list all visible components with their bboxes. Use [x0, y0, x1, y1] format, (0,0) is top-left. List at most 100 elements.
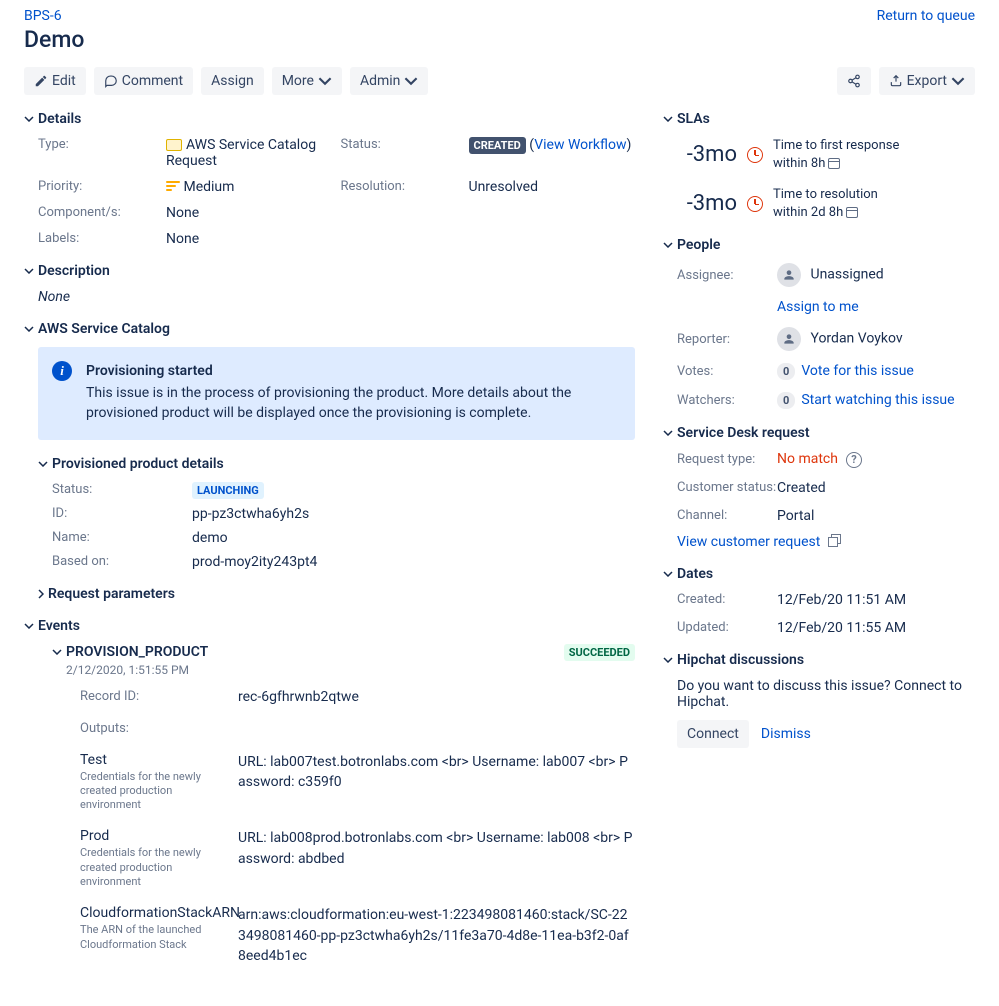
updated-label: Updated:	[677, 620, 777, 635]
assign-button[interactable]: Assign	[201, 67, 264, 95]
comment-icon	[104, 74, 118, 88]
request-params-header[interactable]: Request parameters	[24, 586, 635, 602]
more-button[interactable]: More	[272, 67, 342, 95]
channel-label: Channel:	[677, 508, 777, 523]
edit-label: Edit	[52, 73, 76, 89]
created-value: 12/Feb/20 11:51 AM	[777, 592, 975, 608]
clock-icon	[747, 196, 763, 212]
watch-link[interactable]: Start watching this issue	[801, 392, 954, 408]
customer-status-label: Customer status:	[677, 480, 777, 495]
export-label: Export	[907, 73, 947, 89]
components-label: Component/s:	[38, 205, 158, 221]
slas-header[interactable]: SLAs	[663, 111, 975, 127]
channel-value: Portal	[777, 508, 975, 524]
more-label: More	[282, 73, 314, 89]
hipchat-body: Do you want to discuss this issue? Conne…	[677, 678, 975, 710]
updated-value: 12/Feb/20 11:55 AM	[777, 620, 975, 636]
dismiss-link[interactable]: Dismiss	[761, 726, 811, 742]
chevron-down-icon	[24, 324, 34, 334]
details-header[interactable]: Details	[24, 111, 635, 127]
vote-link[interactable]: Vote for this issue	[801, 363, 914, 379]
view-workflow-link[interactable]: View Workflow	[534, 137, 626, 153]
admin-button[interactable]: Admin	[350, 67, 428, 95]
components-value: None	[166, 205, 333, 221]
calendar-icon	[846, 207, 858, 218]
chevron-down-icon	[951, 74, 965, 88]
pp-name-label: Name:	[52, 530, 192, 546]
status-badge: CREATED	[469, 137, 526, 154]
customer-status-value: Created	[777, 480, 975, 496]
chevron-down-icon	[52, 649, 62, 655]
avatar-icon	[777, 263, 801, 287]
type-value: AWS Service Catalog Request	[166, 137, 333, 169]
admin-label: Admin	[360, 73, 400, 89]
chevron-down-icon	[663, 655, 673, 665]
resolution-label: Resolution:	[341, 179, 461, 195]
return-to-queue-link[interactable]: Return to queue	[877, 8, 975, 24]
labels-label: Labels:	[38, 231, 158, 247]
info-title: Provisioning started	[86, 363, 619, 379]
event-toggle[interactable]: PROVISION_PRODUCT	[52, 644, 208, 660]
record-id-value: rec-6gfhrwnb2qtwe	[238, 689, 635, 705]
dates-header[interactable]: Dates	[663, 566, 975, 582]
request-type-icon	[166, 139, 182, 151]
status-badge: SUCCEEDED	[564, 644, 635, 661]
info-panel: Provisioning started This issue is in th…	[38, 347, 635, 440]
chevron-down-icon	[24, 114, 34, 124]
reporter-value: Yordan Voykov	[777, 327, 975, 351]
request-type-value: No match?	[777, 451, 975, 468]
pencil-icon	[34, 74, 48, 88]
pp-status-value: LAUNCHING	[192, 482, 635, 498]
record-id-label: Record ID:	[80, 689, 230, 705]
view-customer-request-link[interactable]: View customer request	[677, 534, 820, 550]
priority-medium-icon	[166, 181, 180, 191]
chevron-down-icon	[663, 240, 673, 250]
share-icon	[847, 74, 861, 88]
description-header[interactable]: Description	[24, 263, 635, 279]
chevron-down-icon	[663, 428, 673, 438]
created-label: Created:	[677, 592, 777, 607]
chevron-down-icon	[404, 74, 418, 88]
priority-value: Medium	[166, 179, 333, 195]
export-icon	[889, 74, 903, 88]
edit-button[interactable]: Edit	[24, 67, 86, 95]
pp-based-value: prod-moy2ity243pt4	[192, 554, 635, 570]
comment-label: Comment	[122, 73, 183, 89]
assign-to-me-link[interactable]: Assign to me	[777, 299, 859, 315]
calendar-icon	[828, 158, 840, 169]
events-header[interactable]: Events	[24, 618, 635, 634]
status-badge: LAUNCHING	[192, 482, 264, 499]
pp-based-label: Based on:	[52, 554, 192, 570]
sla-value: -3mo	[687, 142, 737, 167]
connect-button[interactable]: Connect	[677, 720, 749, 748]
reporter-label: Reporter:	[677, 332, 777, 347]
pp-id-value: pp-pz3ctwha6yh2s	[192, 506, 635, 522]
people-header[interactable]: People	[663, 237, 975, 253]
chevron-down-icon	[318, 74, 332, 88]
status-value: CREATED (View Workflow)	[469, 137, 636, 169]
sd-header[interactable]: Service Desk request	[663, 425, 975, 441]
pp-name-value: demo	[192, 530, 635, 546]
status-label: Status:	[341, 137, 461, 169]
asc-header[interactable]: AWS Service Catalog	[24, 321, 635, 337]
export-button[interactable]: Export	[879, 67, 975, 95]
chevron-down-icon	[663, 569, 673, 579]
watchers-count: 0	[777, 392, 795, 409]
pp-id-label: ID:	[52, 506, 192, 522]
chevron-down-icon	[24, 621, 34, 631]
copy-icon[interactable]	[828, 534, 840, 546]
breadcrumb[interactable]: BPS-6	[24, 8, 62, 24]
pp-details-header[interactable]: Provisioned product details	[24, 456, 635, 472]
avatar-icon	[777, 327, 801, 351]
page-title: Demo	[24, 26, 975, 53]
assignee-value: Unassigned	[777, 263, 975, 287]
help-icon[interactable]: ?	[846, 452, 862, 468]
request-type-label: Request type:	[677, 452, 777, 467]
hipchat-header[interactable]: Hipchat discussions	[663, 652, 975, 668]
share-button[interactable]	[837, 67, 871, 95]
votes-count: 0	[777, 363, 795, 380]
comment-button[interactable]: Comment	[94, 67, 193, 95]
assignee-label: Assignee:	[677, 268, 777, 283]
assign-label: Assign	[211, 73, 254, 89]
resolution-value: Unresolved	[469, 179, 636, 195]
